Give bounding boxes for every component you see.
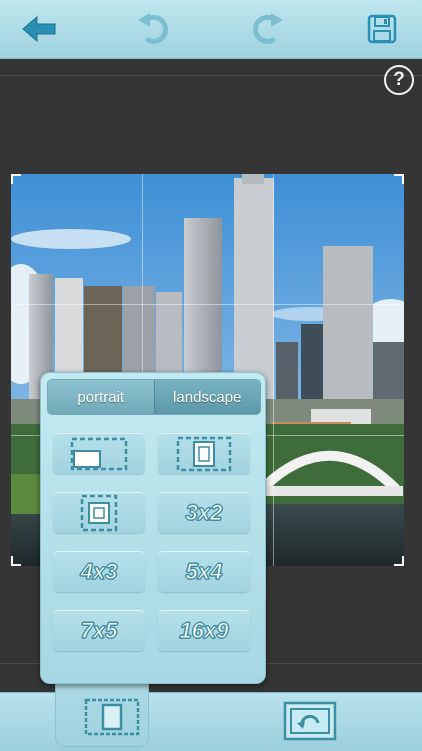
free-crop-option[interactable]	[53, 433, 145, 474]
ratio-label: 3x2	[185, 499, 223, 525]
crop-corner-handle[interactable]	[394, 174, 404, 184]
tab-portrait[interactable]: portrait	[48, 380, 154, 414]
ratio-7x5-option[interactable]: 7x5	[53, 610, 145, 651]
free-crop-icon	[70, 437, 128, 470]
ratio-3x2-option[interactable]: 3x2	[158, 492, 250, 533]
undo-button[interactable]	[133, 9, 173, 49]
ratio-label: 7x5	[80, 617, 118, 643]
original-ratio-option[interactable]	[158, 433, 250, 474]
back-arrow-icon	[22, 15, 56, 43]
ratio-16x9-option[interactable]: 16x9	[158, 610, 250, 651]
back-button[interactable]	[19, 9, 59, 49]
crop-ratio-panel: portrait landscape 3x2 4x3 5x4 7x5 16x9	[40, 372, 266, 684]
save-button[interactable]	[362, 9, 402, 49]
save-disk-icon	[367, 14, 397, 44]
divider-line	[0, 75, 422, 76]
crop-corner-handle[interactable]	[11, 556, 21, 566]
top-toolbar	[0, 0, 422, 59]
square-crop-icon	[80, 494, 118, 531]
help-button[interactable]: ?	[384, 65, 414, 95]
tab-landscape[interactable]: landscape	[153, 380, 260, 414]
redo-icon	[253, 13, 283, 44]
crop-frame-icon	[84, 698, 140, 736]
ratio-label: 4x3	[80, 558, 118, 584]
orientation-tabs: portrait landscape	[47, 379, 261, 415]
undo-icon	[138, 13, 168, 44]
ratio-4x3-option[interactable]: 4x3	[53, 551, 145, 592]
redo-button[interactable]	[248, 9, 288, 49]
grid-line	[273, 174, 274, 566]
crop-panel-tab	[55, 676, 149, 747]
ratio-label: 5x4	[185, 558, 223, 584]
original-ratio-icon	[176, 436, 232, 471]
rotate-frame-icon	[283, 701, 337, 741]
crop-corner-handle[interactable]	[394, 556, 404, 566]
crop-corner-handle[interactable]	[11, 174, 21, 184]
rotate-frame-button[interactable]	[283, 701, 337, 746]
crop-frame-button[interactable]	[84, 698, 140, 741]
ratio-label: 16x9	[179, 617, 229, 643]
grid-line	[11, 304, 404, 305]
square-crop-option[interactable]	[53, 492, 145, 533]
ratio-5x4-option[interactable]: 5x4	[158, 551, 250, 592]
